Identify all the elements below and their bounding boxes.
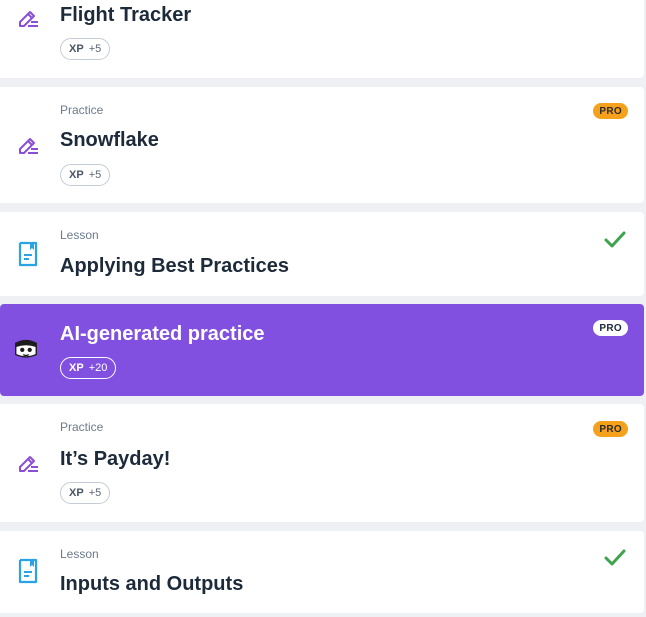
xp-value: +5 xyxy=(88,487,102,499)
list-item-its-payday[interactable]: Practice PRO It’s Payday! XP +5 xyxy=(0,404,644,522)
xp-label: XP xyxy=(69,362,84,374)
list-item-ai-generated-practice[interactable]: PRO AI-generated practice XP +20 xyxy=(0,304,644,396)
check-icon xyxy=(604,547,626,569)
xp-badge: XP +5 xyxy=(60,38,111,60)
item-type-label: Lesson xyxy=(60,547,99,561)
pencil-icon xyxy=(14,4,42,32)
xp-label: XP xyxy=(69,43,84,55)
check-icon xyxy=(604,229,626,251)
xp-badge: XP +5 xyxy=(60,164,111,186)
list-item-snowflake[interactable]: Practice PRO Snowflake XP +5 xyxy=(0,87,644,203)
lesson-icon xyxy=(14,557,42,585)
item-type-label: Practice xyxy=(60,420,104,434)
pro-badge: PRO xyxy=(593,320,628,336)
item-title: Applying Best Practices xyxy=(60,255,289,277)
pencil-icon xyxy=(14,449,42,477)
xp-value: +5 xyxy=(88,43,102,55)
list-item-inputs-and-outputs[interactable]: Lesson Inputs and Outputs xyxy=(0,531,644,613)
pencil-icon xyxy=(14,131,42,159)
item-title: It’s Payday! xyxy=(60,448,171,470)
xp-label: XP xyxy=(69,487,84,499)
item-title: Snowflake xyxy=(60,129,159,151)
pro-badge: PRO xyxy=(593,421,628,437)
item-type-label: Lesson xyxy=(60,228,99,242)
item-title: AI-generated practice xyxy=(60,323,265,345)
list-item-applying-best-practices[interactable]: Lesson Applying Best Practices xyxy=(0,212,644,296)
list-item-flight-tracker[interactable]: Flight Tracker XP +5 xyxy=(0,0,644,78)
item-title: Inputs and Outputs xyxy=(60,573,244,595)
xp-badge: XP +5 xyxy=(60,482,111,504)
item-title: Flight Tracker xyxy=(60,4,192,26)
lesson-list: Flight Tracker XP +5 Practice PRO Snowfl… xyxy=(0,0,646,617)
xp-badge: XP +20 xyxy=(60,357,117,379)
robot-icon xyxy=(12,334,40,362)
xp-value: +5 xyxy=(88,169,102,181)
xp-label: XP xyxy=(69,169,84,181)
item-type-label: Practice xyxy=(60,103,104,117)
xp-value: +20 xyxy=(88,362,108,374)
lesson-icon xyxy=(14,240,42,268)
pro-badge: PRO xyxy=(593,103,628,119)
